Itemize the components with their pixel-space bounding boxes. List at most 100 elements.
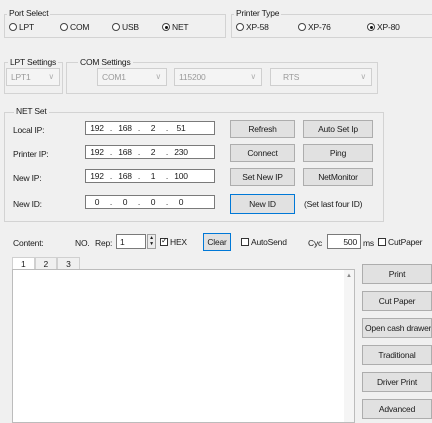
ping-button[interactable]: Ping (303, 144, 373, 162)
lpt-port-value: LPT1 (11, 72, 31, 82)
ip-octet: 192 (90, 147, 104, 157)
ip-octet: 0 (178, 197, 184, 207)
autosend-label: AutoSend (251, 237, 287, 247)
ms-label: ms (363, 238, 374, 248)
tab-3[interactable]: 3 (57, 257, 80, 269)
radio-usb-label: USB (122, 22, 139, 32)
radio-net[interactable]: NET (162, 22, 189, 32)
radio-usb[interactable]: USB (112, 22, 139, 32)
ip-octet: 192 (90, 123, 104, 133)
ip-octet: 168 (118, 123, 132, 133)
cutpaper-check-box[interactable] (378, 238, 386, 246)
refresh-button[interactable]: Refresh (230, 120, 295, 138)
radio-lpt[interactable]: LPT (9, 22, 34, 32)
net-set-legend: NET Set (14, 106, 49, 116)
port-select-legend: Port Select (7, 8, 51, 18)
cut-paper-button[interactable]: Cut Paper (362, 291, 432, 311)
com-baud-select[interactable]: 115200 ∨ (174, 68, 262, 86)
content-tabs: 1 2 3 (12, 257, 80, 269)
ip-octet: 192 (90, 171, 104, 181)
radio-xp80-label: XP-80 (377, 22, 400, 32)
com-baud-value: 115200 (179, 72, 206, 82)
com-port-value: COM1 (102, 72, 126, 82)
hex-checkbox[interactable]: HEX (160, 236, 187, 247)
new-id-label: New ID: (13, 199, 42, 209)
radio-xp76[interactable]: XP-76 (298, 22, 331, 32)
auto-set-ip-button[interactable]: Auto Set Ip (303, 120, 373, 138)
rep-spinner[interactable]: ▲ ▼ (147, 234, 156, 249)
radio-net-label: NET (172, 22, 189, 32)
content-label: Content: (13, 238, 44, 248)
chevron-down-icon: ∨ (360, 72, 366, 81)
net-monitor-button[interactable]: NetMonitor (303, 168, 373, 186)
traditional-button[interactable]: Traditional (362, 345, 432, 365)
tab-1[interactable]: 1 (12, 257, 35, 269)
radio-com-circle[interactable] (60, 23, 68, 31)
new-id-button[interactable]: New ID (230, 194, 295, 214)
rep-value: 1 (120, 236, 125, 247)
radio-xp58-label: XP-58 (246, 22, 269, 32)
ip-octet: 168 (118, 171, 132, 181)
cyc-input[interactable]: 500 (327, 234, 361, 249)
com-flow-value: RTS (283, 72, 300, 82)
ip-octet: 2 (150, 123, 156, 133)
open-cash-drawer-button[interactable]: Open cash drawer (362, 318, 432, 338)
radio-net-circle[interactable] (162, 23, 170, 31)
connect-button[interactable]: Connect (230, 144, 295, 162)
hex-check-box[interactable] (160, 236, 168, 246)
lpt-port-select[interactable]: LPT1 ∨ (6, 68, 60, 86)
com-flow-select[interactable]: RTS ∨ (270, 68, 372, 86)
ip-octet: 1 (150, 171, 156, 181)
vertical-scrollbar[interactable]: ▲ (344, 270, 354, 422)
ip-octet: 230 (174, 147, 188, 157)
ip-octet: 0 (122, 197, 128, 207)
ip-octet: 168 (118, 147, 132, 157)
radio-xp58-circle[interactable] (236, 23, 244, 31)
clear-button[interactable]: Clear (203, 233, 231, 251)
printer-type-legend: Printer Type (234, 8, 282, 18)
lpt-settings-legend: LPT Settings (8, 57, 59, 67)
no-label: NO. (75, 238, 90, 248)
local-ip-label: Local IP: (13, 125, 45, 135)
set-last-four-id-note: (Set last four ID) (304, 199, 363, 209)
autosend-check-box[interactable] (241, 238, 249, 246)
new-ip-label: New IP: (13, 173, 42, 183)
radio-usb-circle[interactable] (112, 23, 120, 31)
radio-lpt-label: LPT (19, 22, 34, 32)
radio-com-label: COM (70, 22, 90, 32)
rep-input[interactable]: 1 (116, 234, 146, 249)
chevron-down-icon: ∨ (48, 72, 54, 81)
print-button[interactable]: Print (362, 264, 432, 284)
driver-print-button[interactable]: Driver Print (362, 372, 432, 392)
tab-2[interactable]: 2 (34, 257, 58, 269)
radio-xp80-circle[interactable] (367, 23, 375, 31)
new-ip-field[interactable]: 192. 168. 1. 100 (85, 169, 215, 183)
ip-octet: 51 (176, 123, 186, 133)
ip-octet: 0 (94, 197, 100, 207)
radio-lpt-circle[interactable] (9, 23, 17, 31)
cyc-value: 500 (343, 236, 357, 247)
cutpaper-label: CutPaper (388, 237, 423, 247)
printer-ip-label: Printer IP: (13, 149, 49, 159)
set-new-ip-button[interactable]: Set New IP (230, 168, 295, 186)
advanced-button[interactable]: Advanced (362, 399, 432, 419)
scroll-up-icon[interactable]: ▲ (346, 273, 352, 279)
radio-xp80[interactable]: XP-80 (367, 22, 400, 32)
printer-ip-field[interactable]: 192. 168. 2. 230 (85, 145, 215, 159)
new-id-field[interactable]: 0. 0. 0. 0 (85, 195, 215, 209)
ip-octet: 0 (150, 197, 156, 207)
cutpaper-checkbox[interactable]: CutPaper (378, 237, 423, 247)
com-port-select[interactable]: COM1 ∨ (97, 68, 167, 86)
autosend-checkbox[interactable]: AutoSend (241, 237, 287, 247)
chevron-down-icon: ∨ (155, 72, 161, 81)
radio-xp58[interactable]: XP-58 (236, 22, 269, 32)
chevron-down-icon: ∨ (250, 72, 256, 81)
local-ip-field[interactable]: 192. 168. 2. 51 (85, 121, 215, 135)
content-textarea[interactable]: ▲ (12, 269, 355, 423)
radio-com[interactable]: COM (60, 22, 89, 32)
hex-label: HEX (170, 237, 187, 247)
com-settings-legend: COM Settings (78, 57, 133, 67)
ip-octet: 2 (150, 147, 156, 157)
radio-xp76-circle[interactable] (298, 23, 306, 31)
cyc-label: Cyc (308, 238, 323, 248)
